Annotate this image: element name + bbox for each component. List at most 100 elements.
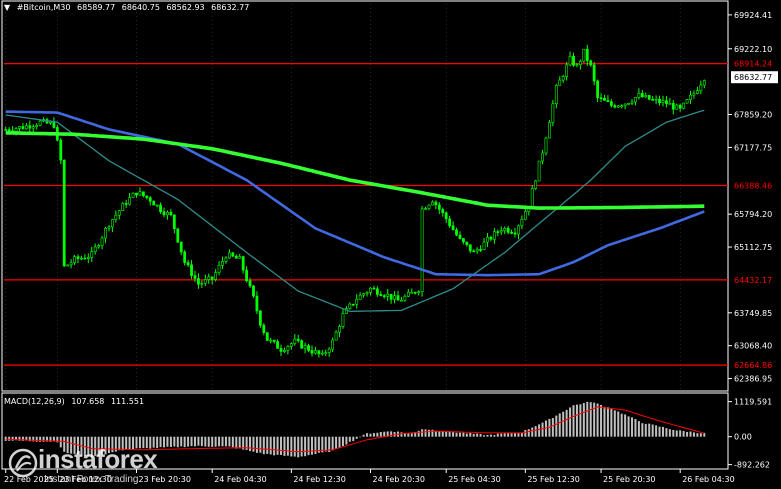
candle-body[interactable] [431, 201, 434, 206]
candle-body[interactable] [190, 264, 193, 276]
candle-body[interactable] [382, 295, 386, 297]
candle-body[interactable] [293, 338, 297, 344]
candle-body[interactable] [38, 120, 42, 126]
candle-body[interactable] [396, 295, 400, 301]
candle-body[interactable] [289, 343, 293, 347]
candle-body[interactable] [117, 210, 121, 216]
candle-body[interactable] [475, 249, 479, 252]
candle-body[interactable] [441, 209, 445, 214]
candle-body[interactable] [523, 211, 527, 220]
candle-body[interactable] [210, 276, 214, 280]
candle-body[interactable] [59, 139, 63, 161]
candle-body[interactable] [269, 339, 273, 342]
candle-body[interactable] [437, 204, 441, 210]
candle-body[interactable] [207, 276, 211, 280]
candle-body[interactable] [4, 129, 8, 131]
candle-body[interactable] [379, 294, 383, 296]
candle-body[interactable] [279, 348, 283, 352]
candle-body[interactable] [455, 229, 458, 236]
candle-body[interactable] [592, 64, 596, 82]
candle-body[interactable] [616, 105, 620, 108]
candle-body[interactable] [661, 100, 665, 103]
candle-body[interactable] [544, 137, 548, 154]
candle-body[interactable] [654, 98, 658, 101]
candle-body[interactable] [138, 191, 142, 196]
candle-body[interactable] [159, 204, 162, 213]
candle-body[interactable] [255, 295, 259, 312]
candle-body[interactable] [630, 101, 634, 104]
candle-body[interactable] [389, 293, 393, 300]
candle-body[interactable] [107, 226, 111, 229]
candle-body[interactable] [169, 211, 173, 216]
candle-body[interactable] [135, 192, 138, 196]
candle-body[interactable] [468, 244, 472, 252]
candle-body[interactable] [197, 278, 200, 285]
candle-body[interactable] [86, 257, 90, 259]
candle-body[interactable] [627, 102, 630, 105]
candle-body[interactable] [444, 212, 448, 220]
candle-body[interactable] [565, 64, 569, 77]
candle-body[interactable] [35, 124, 39, 128]
collapse-arrow-icon[interactable]: ▼ [4, 3, 10, 12]
candle-body[interactable] [141, 191, 145, 197]
candle-body[interactable] [49, 121, 52, 124]
candle-body[interactable] [80, 257, 83, 260]
chart-canvas[interactable]: 68914.24 66388.46 64432.17 62664.86 69924.4… [0, 0, 781, 489]
candle-body[interactable] [596, 80, 600, 98]
candle-body[interactable] [623, 103, 627, 107]
candle-body[interactable] [52, 121, 56, 128]
candle-body[interactable] [18, 126, 21, 129]
candle-body[interactable] [248, 280, 252, 287]
candle-body[interactable] [451, 225, 455, 231]
candle-body[interactable] [69, 262, 73, 266]
candle-body[interactable] [561, 76, 565, 81]
candle-body[interactable] [310, 350, 314, 354]
candle-body[interactable] [420, 208, 424, 292]
candle-body[interactable] [647, 95, 651, 100]
candle-body[interactable] [245, 269, 249, 282]
candle-body[interactable] [472, 250, 476, 253]
candle-body[interactable] [341, 313, 345, 327]
candle-body[interactable] [634, 97, 637, 103]
candle-body[interactable] [702, 80, 706, 86]
candle-body[interactable] [317, 350, 321, 355]
candle-body[interactable] [221, 261, 224, 266]
candle-body[interactable] [227, 252, 231, 259]
candle-body[interactable] [658, 98, 661, 103]
candle-body[interactable] [578, 60, 582, 66]
candle-body[interactable] [76, 256, 80, 260]
candle-body[interactable] [551, 103, 555, 123]
candle-body[interactable] [331, 339, 335, 350]
candle-body[interactable] [320, 352, 324, 355]
candle-body[interactable] [541, 152, 544, 162]
candle-body[interactable] [599, 97, 603, 99]
candle-body[interactable] [689, 94, 692, 100]
candle-body[interactable] [606, 100, 610, 102]
candle-body[interactable] [327, 348, 331, 353]
candle-body[interactable] [100, 237, 104, 246]
candle-body[interactable] [682, 102, 686, 109]
candle-body[interactable] [21, 126, 25, 130]
candle-body[interactable] [217, 264, 221, 273]
candle-body[interactable] [97, 245, 101, 248]
candle-body[interactable] [400, 299, 403, 302]
candle-body[interactable] [548, 122, 551, 139]
candle-body[interactable] [554, 85, 558, 104]
candle-body[interactable] [609, 101, 613, 106]
candle-body[interactable] [589, 60, 593, 66]
candle-body[interactable] [637, 93, 641, 98]
candle-body[interactable] [582, 48, 586, 62]
candle-body[interactable] [148, 197, 152, 202]
candle-body[interactable] [393, 295, 396, 300]
candle-body[interactable] [575, 64, 579, 67]
candle-body[interactable] [448, 218, 452, 227]
candle-body[interactable] [186, 262, 190, 266]
candle-body[interactable] [424, 208, 427, 210]
candle-body[interactable] [238, 256, 242, 259]
candle-body[interactable] [124, 203, 128, 205]
candle-body[interactable] [506, 228, 510, 233]
candle-body[interactable] [128, 197, 132, 205]
candle-body[interactable] [665, 100, 668, 104]
candle-body[interactable] [93, 246, 97, 253]
candle-body[interactable] [166, 211, 169, 216]
